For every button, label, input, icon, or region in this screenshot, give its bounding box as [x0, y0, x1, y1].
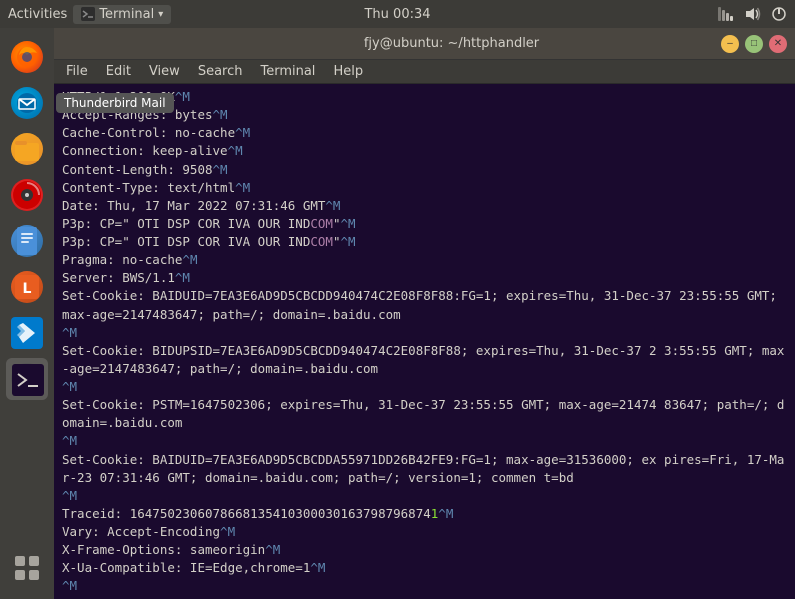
table-row: ^M: [62, 577, 787, 595]
table-row: X-Frame-Options: sameorigin^M: [62, 541, 787, 559]
table-row: Pragma: no-cache^M: [62, 251, 787, 269]
table-row: Set-Cookie: BIDUPSID=7EA3E6AD9D5CBCDD940…: [62, 342, 787, 396]
window-controls: – □ ✕: [721, 35, 787, 53]
sidebar: Thunderbird Mail: [0, 28, 54, 599]
terminal-app-indicator[interactable]: Terminal ▾: [73, 5, 171, 24]
volume-icon[interactable]: [745, 7, 761, 21]
system-tray: [717, 6, 787, 22]
sidebar-icon-rhythmbox[interactable]: [6, 174, 48, 216]
firefox-icon: [11, 41, 43, 73]
menu-file[interactable]: File: [58, 62, 96, 81]
menu-search[interactable]: Search: [190, 62, 251, 81]
table-row: @: [62, 596, 787, 599]
table-row: Content-Type: text/html^M: [62, 179, 787, 197]
terminal-window: fjy@ubuntu: ~/httphandler – □ ✕ File Edi…: [54, 28, 795, 599]
libreoffice-icon: L: [11, 271, 43, 303]
files-icon: [11, 133, 43, 165]
table-row: Content-Length: 9508^M: [62, 161, 787, 179]
table-row: Date: Thu, 17 Mar 2022 07:31:46 GMT^M: [62, 197, 787, 215]
terminal-sidebar-icon: [11, 363, 43, 395]
menu-bar: File Edit View Search Terminal Help: [54, 60, 795, 84]
system-bar: Activities Terminal ▾ Thu 00:34: [0, 0, 795, 28]
table-row: Set-Cookie: PSTM=1647502306; expires=Thu…: [62, 396, 787, 450]
terminal-taskbar-icon: [81, 7, 95, 21]
terminal-taskbar-label: Terminal: [99, 7, 154, 22]
network-icon[interactable]: [717, 7, 735, 21]
minimize-button[interactable]: –: [721, 35, 739, 53]
table-row: Connection: keep-alive^M: [62, 142, 787, 160]
menu-help[interactable]: Help: [325, 62, 371, 81]
table-row: P3p: CP=" OTI DSP COR IVA OUR IND COM "^…: [62, 215, 787, 233]
system-time: Thu 00:34: [364, 7, 430, 22]
menu-terminal[interactable]: Terminal: [252, 62, 323, 81]
system-bar-left: Activities Terminal ▾: [8, 5, 171, 24]
title-bar: fjy@ubuntu: ~/httphandler – □ ✕: [54, 28, 795, 60]
window-title: fjy@ubuntu: ~/httphandler: [364, 36, 539, 51]
table-row: X-Ua-Compatible: IE=Edge,chrome=1^M: [62, 559, 787, 577]
document-viewer-icon: [11, 225, 43, 257]
sidebar-icon-document-viewer[interactable]: [6, 220, 48, 262]
table-row: Set-Cookie: BAIDUID=7EA3E6AD9D5CBCDDA559…: [62, 451, 787, 505]
sidebar-icon-apps[interactable]: [6, 549, 48, 591]
table-row: Set-Cookie: BAIDUID=7EA3E6AD9D5CBCDD9404…: [62, 287, 787, 341]
sidebar-icon-vscode[interactable]: [6, 312, 48, 354]
table-row: Vary: Accept-Encoding^M: [62, 523, 787, 541]
terminal-output[interactable]: HTTP/1.1 200 OK^M Accept-Ranges: bytes^M…: [54, 84, 795, 599]
sidebar-icon-terminal[interactable]: [6, 358, 48, 400]
table-row: Traceid: 1647502306078668135410300030163…: [62, 505, 787, 523]
table-row: Cache-Control: no-cache^M: [62, 124, 787, 142]
svg-text:L: L: [23, 281, 32, 297]
sidebar-icon-files[interactable]: [6, 128, 48, 170]
maximize-button[interactable]: □: [745, 35, 763, 53]
thunderbird-tooltip: Thunderbird Mail: [56, 93, 174, 113]
menu-view[interactable]: View: [141, 62, 188, 81]
sidebar-icon-libreoffice[interactable]: L: [6, 266, 48, 308]
ctrl-m: ^M: [175, 88, 190, 106]
vscode-icon: [11, 317, 43, 349]
sidebar-icon-thunderbird[interactable]: Thunderbird Mail: [6, 82, 48, 124]
terminal-taskbar-arrow: ▾: [158, 9, 163, 20]
rhythmbox-icon: [11, 179, 43, 211]
menu-edit[interactable]: Edit: [98, 62, 139, 81]
sidebar-icon-firefox[interactable]: [6, 36, 48, 78]
table-row: Server: BWS/1.1^M: [62, 269, 787, 287]
thunderbird-icon: [11, 87, 43, 119]
close-button[interactable]: ✕: [769, 35, 787, 53]
activities-button[interactable]: Activities: [8, 7, 67, 22]
power-icon[interactable]: [771, 6, 787, 22]
apps-grid-icon: [13, 554, 41, 586]
table-row: P3p: CP=" OTI DSP COR IVA OUR IND COM "^…: [62, 233, 787, 251]
